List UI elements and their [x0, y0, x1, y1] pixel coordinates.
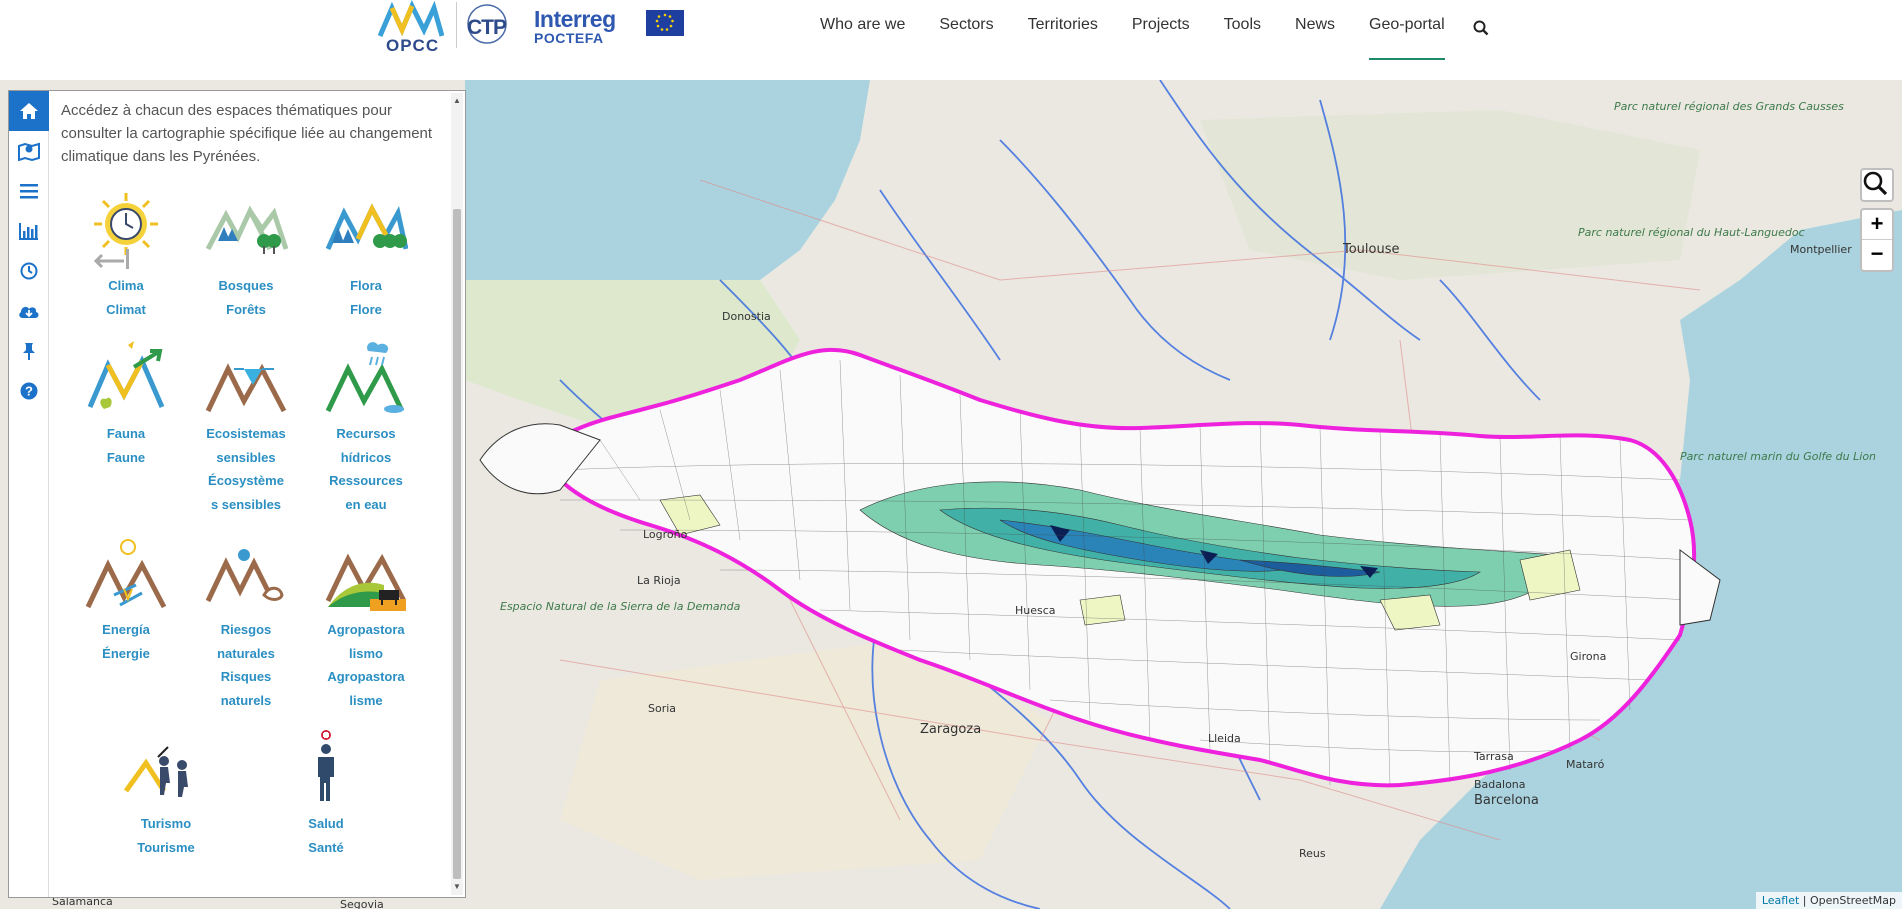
map-marker-icon[interactable]	[9, 131, 49, 171]
theme-label: Recursos hídricos Ressources en eau	[329, 426, 403, 512]
panel-tab-bar: ?	[9, 91, 49, 897]
ecosystems-icon	[204, 339, 288, 419]
theme-natural-risks[interactable]: Riesgos naturales Risques naturels	[181, 535, 311, 712]
energy-icon	[84, 535, 168, 615]
theme-agropastoralism[interactable]: Agropastora lismo Agropastora lisme	[301, 535, 431, 712]
theme-label: Flora Flore	[350, 278, 382, 317]
panel-scrollbar[interactable]: ▲ ▼	[451, 93, 463, 895]
theme-forest[interactable]: Bosques Forêts	[181, 191, 311, 321]
place-label: Donostia	[722, 310, 771, 323]
theme-label: Fauna Faune	[106, 426, 146, 465]
park-label: Parc naturel marin du Golfe du Lion	[1680, 450, 1876, 463]
place-label: Reus	[1299, 847, 1326, 860]
water-resources-icon	[324, 339, 408, 419]
nav-geo-portal[interactable]: Geo-portal	[1369, 0, 1445, 60]
osm-attribution[interactable]: | OpenStreetMap	[1799, 894, 1896, 907]
scroll-up-arrow-icon[interactable]: ▲	[451, 95, 463, 107]
leaflet-link[interactable]: Leaflet	[1762, 894, 1799, 907]
nav-who-are-we[interactable]: Who are we	[820, 0, 905, 60]
panel-intro-text: Accédez à chacun des espaces thématiques…	[61, 102, 433, 165]
theme-climate[interactable]: Clima Climat	[61, 191, 191, 321]
theme-label: Bosques Forêts	[218, 278, 274, 317]
place-label: Zaragoza	[920, 722, 982, 737]
theme-ecosystems[interactable]: Ecosistemas sensibles Écosystème s sensible…	[181, 339, 311, 516]
map-attribution: Leaflet | OpenStreetMap	[1755, 892, 1902, 909]
place-label: Girona	[1570, 650, 1607, 663]
park-label: Espacio Natural de la Sierra de la Deman…	[500, 600, 741, 613]
nav-projects[interactable]: Projects	[1132, 0, 1190, 60]
theme-energy[interactable]: Energía Énergie	[61, 535, 191, 665]
ctp-logo[interactable]: CTP	[456, 2, 512, 48]
zoom-control: + −	[1860, 208, 1894, 272]
clock-icon[interactable]	[9, 251, 49, 291]
svg-text:?: ?	[25, 384, 33, 399]
park-label: Parc naturel régional des Grands Causses	[1614, 100, 1844, 113]
natural-risks-icon	[204, 535, 288, 615]
place-label: Tarrasa	[1474, 750, 1514, 763]
theme-water-resources[interactable]: Recursos hídricos Ressources en eau	[301, 339, 431, 516]
theme-label: Ecosistemas sensibles Écosystème s sensible…	[206, 426, 286, 512]
theme-fauna[interactable]: Fauna Faune	[61, 339, 191, 469]
place-label: Soria	[648, 702, 677, 715]
pin-icon[interactable]	[9, 331, 49, 371]
zoom-in-button[interactable]: +	[1862, 210, 1892, 240]
interreg-logo-text: Interreg	[534, 6, 616, 32]
health-icon	[284, 729, 368, 809]
zoom-out-button[interactable]: −	[1862, 240, 1892, 270]
help-icon[interactable]: ?	[9, 371, 49, 411]
place-label: Lleida	[1208, 732, 1241, 745]
search-icon[interactable]	[1473, 5, 1489, 55]
theme-health[interactable]: Salud Santé	[261, 729, 391, 859]
list-icon[interactable]	[9, 171, 49, 211]
fauna-icon	[84, 339, 168, 419]
place-label: Huesca	[1015, 604, 1056, 617]
agropastoralism-icon	[324, 535, 408, 615]
place-label: Mataró	[1566, 758, 1605, 771]
place-label: Barcelona	[1474, 793, 1539, 808]
climate-icon	[84, 191, 168, 271]
nav-news[interactable]: News	[1295, 0, 1335, 60]
opcc-logo[interactable]: OPCC	[377, 0, 445, 55]
theme-label: Energía Énergie	[102, 622, 150, 661]
cloud-download-icon[interactable]	[9, 291, 49, 331]
map-search-button[interactable]	[1860, 168, 1894, 202]
panel-content: Accédez à chacun des espaces thématiques…	[61, 99, 441, 168]
forest-icon	[204, 191, 289, 271]
place-label: Badalona	[1474, 778, 1526, 791]
place-label: Logroño	[643, 528, 688, 541]
theme-label: Turismo Tourisme	[137, 816, 195, 855]
theme-label: Agropastora lismo Agropastora lisme	[327, 622, 405, 708]
theme-label: Clima Climat	[106, 278, 146, 317]
place-label: Toulouse	[1343, 242, 1400, 257]
site-header: OPCC CTP Interreg POCTEFA Who are we Sec…	[0, 0, 1902, 80]
place-label: Segovia	[340, 898, 384, 909]
theme-label: Riesgos naturales Risques naturels	[217, 622, 275, 708]
theme-label: Salud Santé	[308, 816, 344, 855]
tourism-icon	[123, 729, 208, 809]
nav-territories[interactable]: Territories	[1028, 0, 1098, 60]
ctp-logo-text: CTP	[467, 16, 507, 39]
magnifier-icon	[1863, 171, 1888, 196]
place-label: Montpellier	[1790, 243, 1852, 256]
flora-icon	[324, 191, 409, 271]
main-nav: Who are we Sectors Territories Projects …	[820, 0, 1489, 60]
theme-flora[interactable]: Flora Flore	[301, 191, 431, 321]
theme-tourism[interactable]: Turismo Tourisme	[101, 729, 231, 859]
logo-group: OPCC CTP Interreg POCTEFA	[377, 0, 684, 56]
place-label: La Rioja	[637, 574, 681, 587]
home-icon[interactable]	[9, 91, 49, 131]
bar-chart-icon[interactable]	[9, 211, 49, 251]
poctefa-logo-text: POCTEFA	[534, 30, 604, 46]
nav-sectors[interactable]: Sectors	[939, 0, 993, 60]
interreg-logo[interactable]: Interreg POCTEFA	[534, 8, 634, 50]
scrollbar-thumb[interactable]	[453, 209, 461, 879]
park-label: Parc naturel régional du Haut-Languedoc	[1578, 226, 1805, 239]
nav-tools[interactable]: Tools	[1224, 0, 1261, 60]
opcc-logo-text: OPCC	[386, 36, 440, 55]
eu-flag-icon	[646, 10, 684, 36]
scroll-down-arrow-icon[interactable]: ▼	[451, 881, 463, 893]
theme-panel: ? Accédez à chacun des espaces thématiqu…	[8, 90, 466, 898]
